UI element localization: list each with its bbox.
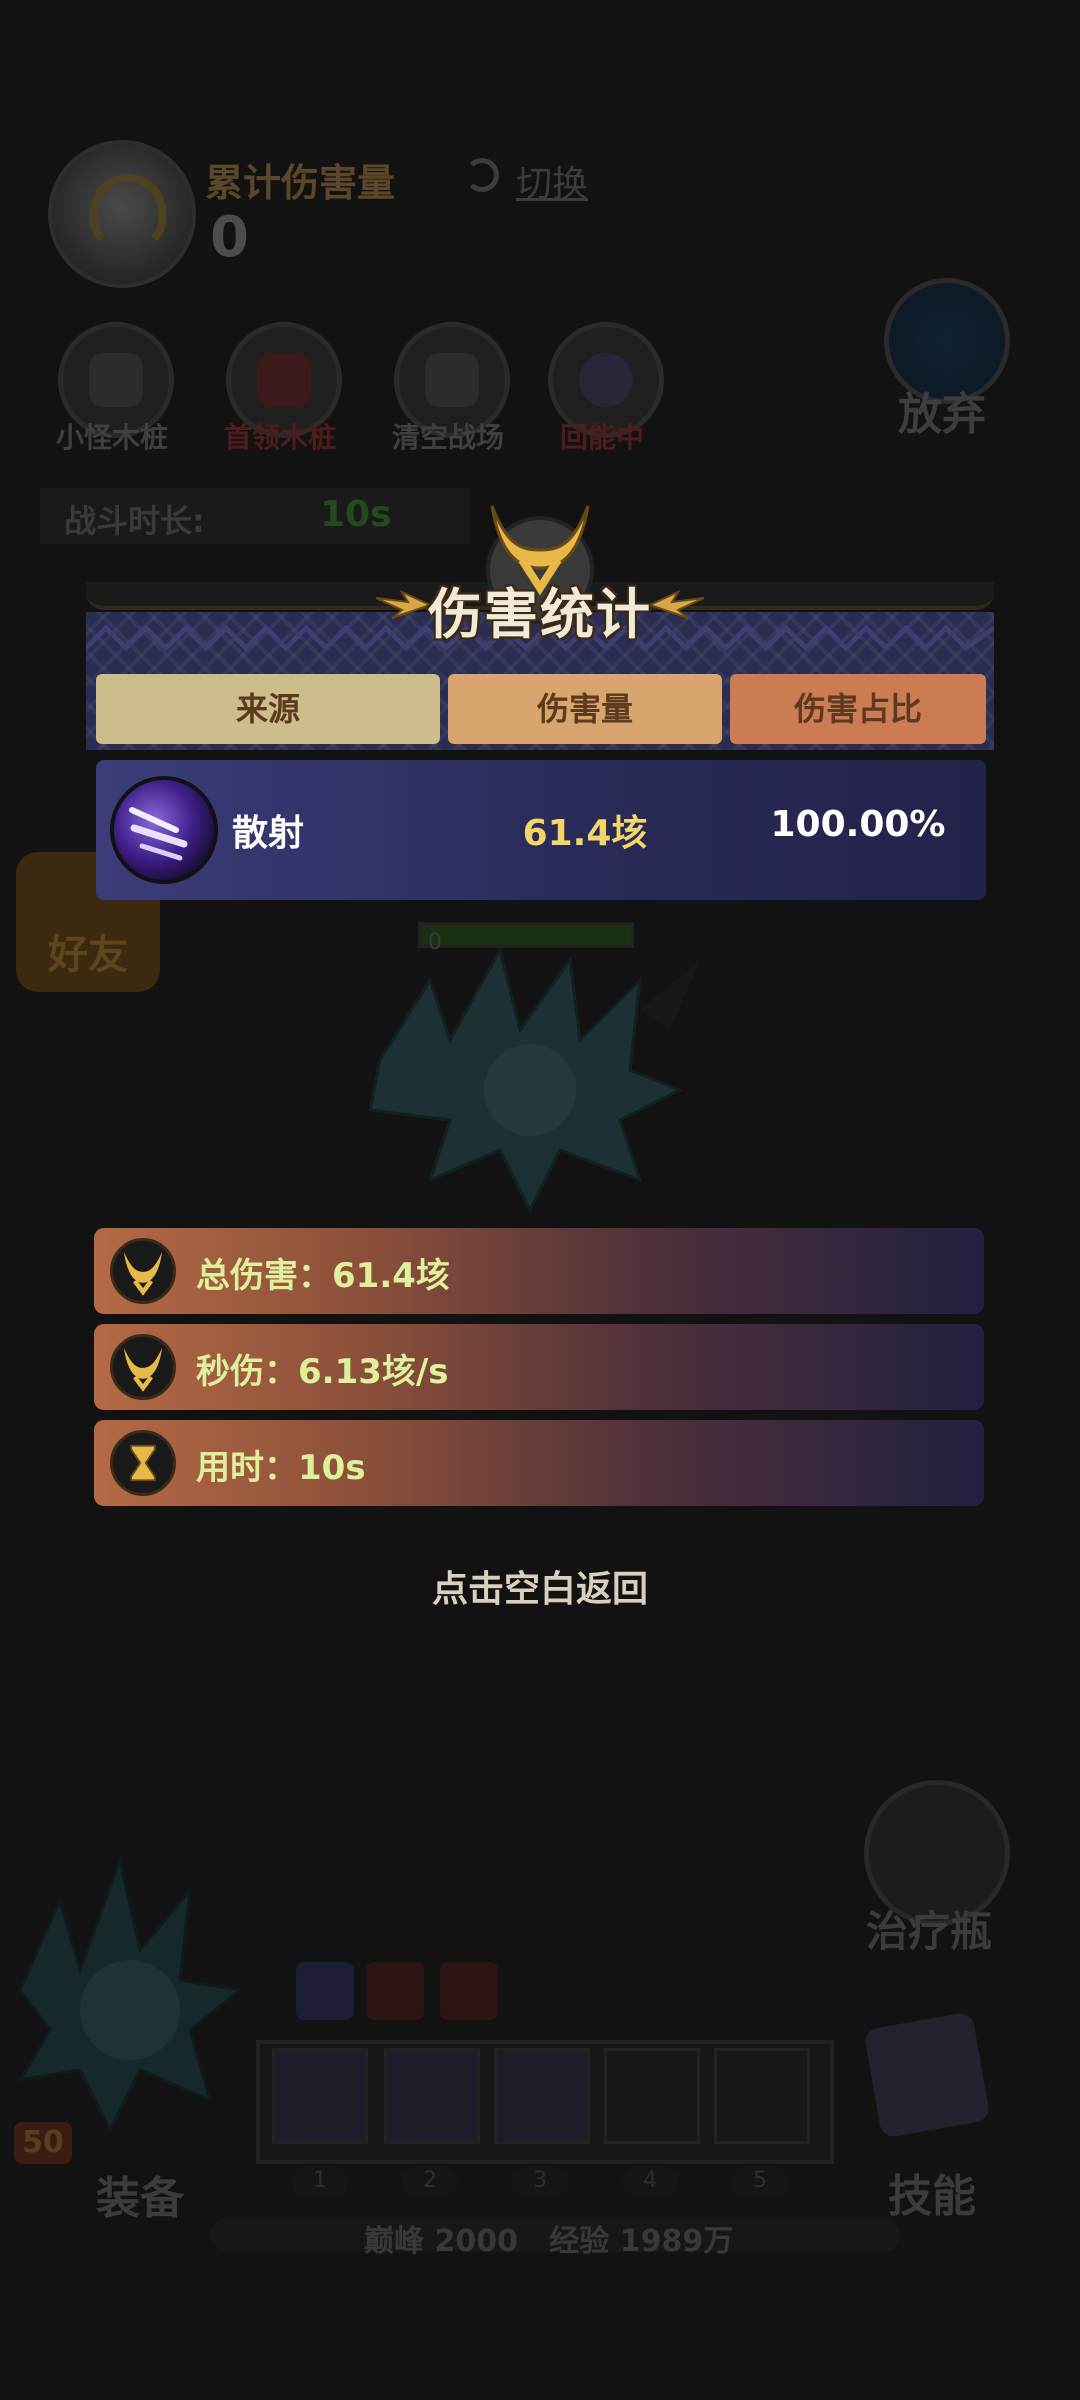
skills-button[interactable]: 技能: [888, 2160, 976, 2224]
cumulative-damage-value: 0: [210, 205, 249, 270]
buff-icon: [440, 1962, 498, 2020]
minion-dummy-label: 小怪木桩: [56, 421, 169, 454]
skill-slot-2[interactable]: [384, 2048, 480, 2144]
boss-skull-icon: [257, 353, 311, 407]
column-header-damage[interactable]: 伤害量: [448, 674, 722, 744]
castle-icon: [425, 353, 479, 407]
heal-potion-button[interactable]: 治疗瓶: [866, 1898, 992, 1959]
skill-slot-3[interactable]: [494, 2048, 590, 2144]
cumulative-damage-label: 累计伤害量: [205, 161, 396, 205]
monster-hp-value: 0: [428, 930, 442, 955]
total-damage-text: 总伤害：61.4垓: [196, 1256, 450, 1296]
recharge-label: 回能中: [560, 421, 645, 454]
time-text: 用时：10s: [196, 1448, 366, 1488]
buff-icon: [366, 1962, 424, 2020]
exp-text: 巅峰 2000 经验 1989万: [364, 2224, 734, 2259]
switch-button[interactable]: 切换: [516, 155, 588, 207]
monster-sprite: [368, 945, 700, 1214]
monster-hp-bar: [418, 922, 634, 948]
row-damage-percent: 100.00%: [770, 804, 946, 845]
slot-number: 3: [512, 2166, 568, 2196]
friend-label: 好友: [48, 932, 128, 978]
buff-icon: [296, 1962, 354, 2020]
hero-sprite: [17, 1854, 244, 2134]
helmet-icon: [110, 1238, 176, 1304]
infinity-icon: [579, 353, 633, 407]
refresh-icon: [465, 158, 499, 192]
boss-dummy-label: 首领木桩: [224, 421, 337, 454]
skill-slot-4[interactable]: [604, 2048, 700, 2144]
dialog-title: 伤害统计: [428, 583, 652, 646]
row-source-name: 散射: [232, 813, 305, 854]
clear-field-label: 清空战场: [392, 421, 505, 454]
battle-duration-value: 10s: [320, 494, 392, 535]
column-header-source[interactable]: 来源: [96, 674, 440, 744]
slot-number: 2: [402, 2166, 458, 2196]
skull-icon: [89, 353, 143, 407]
game-background: 累计伤害量 0 切换 小怪木桩 首领木桩 清空战场 回能中 放弃 战斗时长: 1…: [0, 0, 1080, 2400]
skill-slot-1[interactable]: [272, 2048, 368, 2144]
column-header-percent[interactable]: 伤害占比: [730, 674, 986, 744]
slot-number: 4: [622, 2166, 678, 2196]
slot-number: 5: [732, 2166, 788, 2196]
tap-to-return-hint[interactable]: 点击空白返回: [0, 1560, 1080, 1612]
battle-duration-label: 战斗时长:: [64, 502, 205, 540]
row-damage-value: 61.4垓: [522, 813, 648, 854]
player-portrait: [48, 140, 196, 288]
hero-level-badge: 50: [14, 2122, 72, 2164]
hourglass-icon: [110, 1430, 176, 1496]
giveup-button[interactable]: 放弃: [898, 378, 986, 442]
helmet-icon: [110, 1334, 176, 1400]
scatter-shot-icon: [110, 776, 218, 884]
spellbook-icon[interactable]: [842, 2000, 1012, 2150]
equipment-button[interactable]: 装备: [96, 2162, 184, 2226]
skill-slot-5[interactable]: [714, 2048, 810, 2144]
dps-text: 秒伤：6.13垓/s: [196, 1352, 449, 1392]
slot-number: 1: [292, 2166, 348, 2196]
